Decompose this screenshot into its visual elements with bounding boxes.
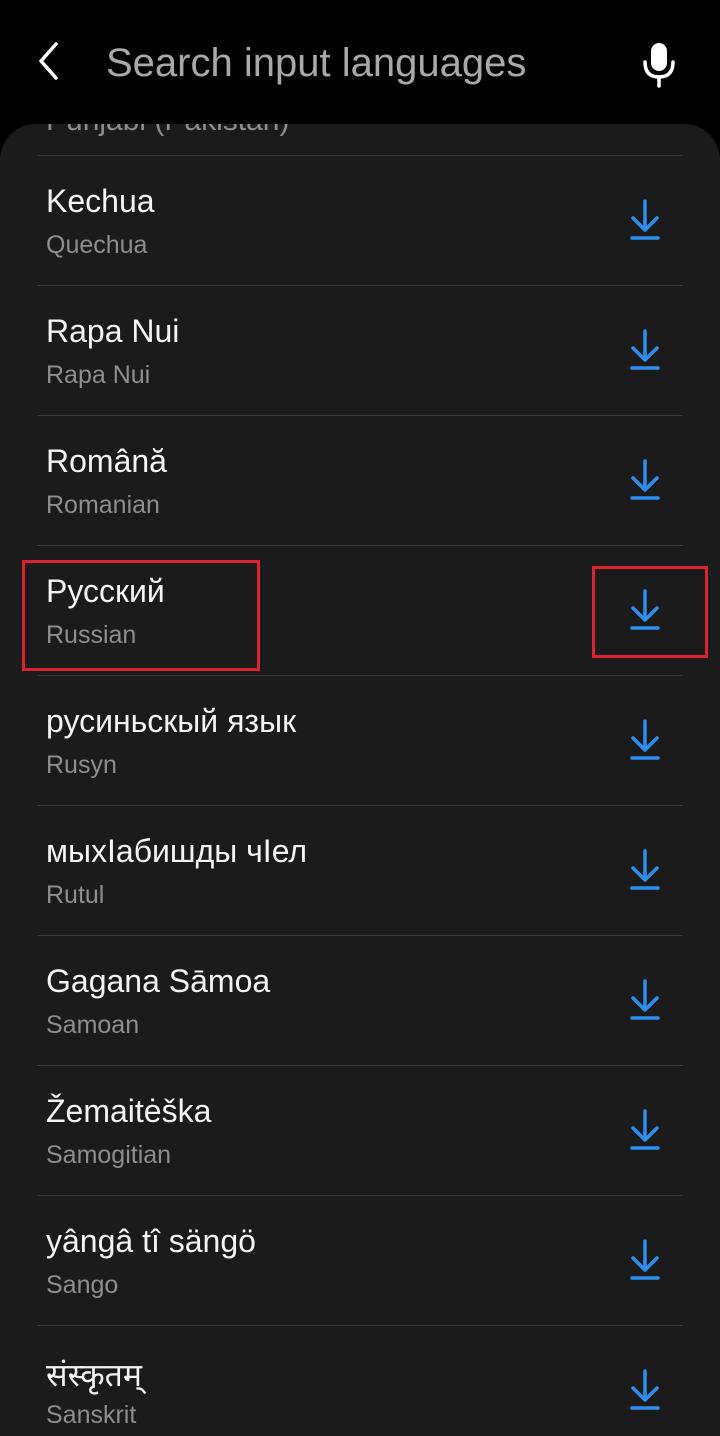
language-english-name: Rapa Nui — [46, 361, 151, 389]
language-native-name: संस्कृतम् — [46, 1357, 143, 1393]
language-item-sanskrit[interactable]: संस्कृतम् Sanskrit — [0, 1325, 720, 1436]
list-item-partial[interactable]: Punjabi (Pakistan) — [0, 124, 720, 155]
language-native-name: Română — [46, 443, 167, 479]
language-english-name: Rusyn — [46, 751, 117, 779]
download-button[interactable] — [618, 1363, 672, 1417]
language-native-name: Kechua — [46, 183, 155, 219]
download-button[interactable] — [618, 1103, 672, 1157]
language-english-name: Rutul — [46, 881, 105, 909]
highlight-box-language-name — [22, 560, 260, 671]
language-list[interactable]: Punjabi (Pakistan) Kechua Quechua Rapa N… — [0, 124, 720, 1436]
language-item-rapa-nui[interactable]: Rapa Nui Rapa Nui — [0, 285, 720, 415]
back-button[interactable] — [26, 26, 76, 96]
language-native-name: Žemaitėška — [46, 1093, 212, 1129]
language-english-name: Quechua — [46, 231, 148, 259]
download-icon — [630, 719, 660, 760]
search-input[interactable] — [106, 30, 606, 96]
download-icon — [630, 1109, 660, 1150]
language-native-name: yângâ tî sängö — [46, 1223, 256, 1259]
download-icon — [630, 849, 660, 890]
download-button[interactable] — [618, 1233, 672, 1287]
language-item-rusyn[interactable]: русиньскый язык Rusyn — [0, 675, 720, 805]
chevron-left-icon — [39, 42, 58, 80]
language-item-quechua[interactable]: Kechua Quechua — [0, 155, 720, 285]
language-item-samogitian[interactable]: Žemaitėška Samogitian — [0, 1065, 720, 1195]
download-button[interactable] — [618, 453, 672, 507]
download-button[interactable] — [618, 973, 672, 1027]
download-icon — [630, 329, 660, 370]
language-item-sango[interactable]: yângâ tî sängö Sango — [0, 1195, 720, 1325]
highlight-box-download-button — [592, 566, 708, 658]
language-item-rutul[interactable]: мыхIабишды чIел Rutul — [0, 805, 720, 935]
download-icon — [630, 1239, 660, 1280]
language-native-name: Gagana Sāmoa — [46, 963, 271, 999]
language-native-name: русиньскый язык — [46, 703, 297, 739]
download-icon — [630, 979, 660, 1020]
language-english-name: Sango — [46, 1271, 119, 1299]
partial-item-label: Punjabi (Pakistan) — [46, 124, 289, 138]
download-icon — [630, 199, 660, 240]
top-app-bar — [0, 0, 720, 124]
download-button[interactable] — [618, 713, 672, 767]
language-native-name: Rapa Nui — [46, 313, 180, 349]
language-english-name: Sanskrit — [46, 1401, 137, 1429]
microphone-icon — [643, 43, 675, 88]
language-english-name: Samogitian — [46, 1141, 172, 1169]
language-english-name: Samoan — [46, 1011, 140, 1039]
language-item-romanian[interactable]: Română Romanian — [0, 415, 720, 545]
download-button[interactable] — [618, 843, 672, 897]
language-native-name: мыхIабишды чIел — [46, 833, 308, 869]
language-item-samoan[interactable]: Gagana Sāmoa Samoan — [0, 935, 720, 1065]
download-button[interactable] — [618, 323, 672, 377]
voice-input-button[interactable] — [630, 30, 688, 96]
download-icon — [630, 459, 660, 500]
download-button[interactable] — [618, 193, 672, 247]
download-icon — [630, 1369, 660, 1410]
language-english-name: Romanian — [46, 491, 160, 519]
